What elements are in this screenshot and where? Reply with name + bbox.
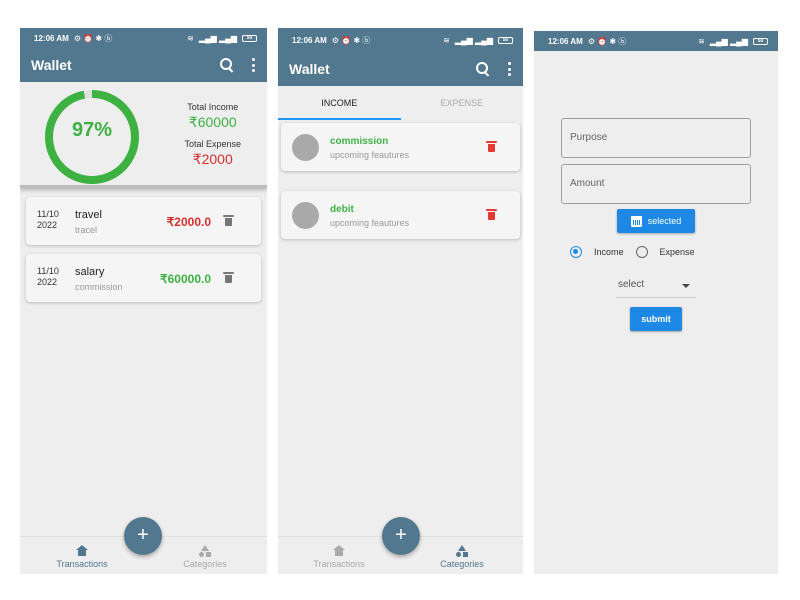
nav-categories-label: Categories — [183, 559, 227, 569]
search-icon[interactable] — [475, 61, 491, 77]
app-bar: Wallet — [20, 48, 267, 82]
transaction-amount: ₹2000.0 — [166, 215, 211, 229]
battery-icon: 50 — [242, 34, 257, 42]
submit-button[interactable]: submit — [630, 307, 682, 331]
date-button-label: selected — [647, 216, 682, 226]
transaction-card[interactable]: 11/10 2022 travel tracel ₹2000.0 — [26, 197, 261, 245]
nav-categories-label: Categories — [440, 559, 484, 569]
categories-icon — [455, 545, 469, 557]
delete-icon[interactable] — [223, 272, 234, 283]
purpose-field[interactable]: Purpose — [561, 118, 751, 158]
radio-expense[interactable] — [635, 246, 648, 258]
radio-income-label: Income — [594, 247, 624, 257]
nav-transactions[interactable]: Transactions — [299, 545, 379, 569]
more-options-icon[interactable] — [251, 58, 255, 72]
transaction-name: travel — [75, 209, 102, 221]
delete-icon[interactable] — [486, 209, 497, 220]
home-icon — [75, 545, 89, 557]
status-bar: 12:06 AM ⚙ ⏰ ✱ ⓑ ≋ ▂▄▆ ▂▄▆ 50 — [20, 28, 267, 48]
percent-label: 97% — [71, 119, 113, 141]
total-income-label: Total Income — [187, 102, 239, 112]
signal-icon: ▂▄▆ ▂▄▆ — [454, 35, 493, 45]
nav-categories[interactable]: Categories — [165, 545, 245, 569]
amount-field[interactable]: Amount — [561, 164, 751, 204]
transaction-card[interactable]: 11/10 2022 salary commission ₹60000.0 — [26, 254, 261, 302]
purpose-placeholder: Purpose — [570, 132, 608, 143]
app-title: Wallet — [289, 61, 330, 77]
app-title: Wallet — [31, 57, 72, 73]
category-name: commission — [330, 136, 389, 147]
status-time: 12:06 AM — [292, 35, 327, 45]
transaction-category: tracel — [75, 225, 98, 235]
category-avatar — [292, 134, 319, 161]
category-card[interactable]: debit upcoming feautures — [281, 191, 520, 239]
transaction-category: commission — [75, 282, 123, 292]
wifi-icon: ≋ — [443, 35, 450, 45]
tab-expense[interactable]: EXPENSE — [401, 86, 524, 120]
transaction-name: salary — [75, 266, 105, 278]
wifi-icon: ≋ — [187, 33, 194, 43]
category-select[interactable]: select — [616, 276, 696, 298]
transaction-date: 11/10 2022 — [37, 266, 59, 288]
search-icon[interactable] — [219, 57, 235, 73]
nav-transactions[interactable]: Transactions — [42, 545, 122, 569]
date-picker-button[interactable]: selected — [617, 209, 695, 233]
add-button[interactable]: + — [382, 517, 420, 555]
add-transaction-screen: 12:06 AM ⚙ ⏰ ✱ ⓑ ≋ ▂▄▆ ▂▄▆ 50 Purpose Am… — [534, 31, 778, 574]
date-year: 2022 — [37, 277, 58, 287]
nav-transactions-label: Transactions — [313, 559, 365, 569]
add-button[interactable]: + — [124, 517, 162, 555]
amount-placeholder: Amount — [570, 178, 605, 189]
status-time: 12:06 AM — [548, 36, 583, 46]
total-income-value: ₹60000 — [188, 114, 237, 130]
signal-icon: ▂▄▆ ▂▄▆ — [198, 33, 237, 43]
signal-icon: ▂▄▆ ▂▄▆ — [709, 36, 748, 46]
home-icon — [332, 545, 346, 557]
nav-transactions-label: Transactions — [56, 559, 108, 569]
dropdown-arrow-icon — [682, 284, 690, 288]
wifi-icon: ≋ — [698, 36, 705, 46]
more-options-icon[interactable] — [507, 62, 511, 76]
transaction-date: 11/10 2022 — [37, 209, 59, 231]
nav-categories[interactable]: Categories — [422, 545, 502, 569]
tab-income[interactable]: INCOME — [278, 86, 401, 120]
status-notification-icons: ⚙ ⏰ ✱ ⓑ — [73, 33, 113, 43]
transactions-screen: 12:06 AM ⚙ ⏰ ✱ ⓑ ≋ ▂▄▆ ▂▄▆ 50 Wallet 97%… — [20, 28, 267, 574]
category-tabs: INCOME EXPENSE — [278, 86, 523, 120]
total-expense-label: Total Expense — [184, 139, 241, 149]
status-bar: 12:06 AM ⚙ ⏰ ✱ ⓑ ≋ ▂▄▆ ▂▄▆ 50 — [534, 31, 778, 51]
date-day: 11/10 — [37, 209, 59, 219]
status-bar: 12:06 AM ⚙ ⏰ ✱ ⓑ ≋ ▂▄▆ ▂▄▆ 50 — [278, 28, 523, 52]
category-card[interactable]: commission upcoming feautures — [281, 123, 520, 171]
battery-icon: 50 — [498, 36, 513, 44]
status-notification-icons: ⚙ ⏰ ✱ ⓑ — [587, 36, 627, 46]
categories-screen: 12:06 AM ⚙ ⏰ ✱ ⓑ ≋ ▂▄▆ ▂▄▆ 50 Wallet INC… — [278, 28, 523, 574]
totals: Total Income ₹60000 Total Expense ₹2000 — [184, 102, 241, 176]
transaction-amount: ₹60000.0 — [159, 272, 211, 286]
status-time: 12:06 AM — [34, 33, 69, 43]
radio-income[interactable] — [570, 246, 582, 258]
radio-expense-label: Expense — [659, 247, 695, 257]
delete-icon[interactable] — [223, 215, 234, 226]
select-value: select — [618, 279, 645, 290]
type-radio-group: Income Expense — [570, 246, 707, 258]
date-year: 2022 — [37, 220, 58, 230]
category-avatar — [292, 202, 319, 229]
delete-icon[interactable] — [486, 141, 497, 152]
categories-icon — [198, 545, 212, 557]
calendar-icon — [630, 215, 642, 227]
app-bar: Wallet — [278, 52, 523, 86]
summary-panel: 97% Total Income ₹60000 Total Expense ₹2… — [20, 82, 267, 188]
total-expense-value: ₹2000 — [192, 151, 233, 167]
category-subtitle: upcoming feautures — [330, 218, 410, 228]
category-subtitle: upcoming feautures — [330, 150, 410, 160]
date-day: 11/10 — [37, 266, 59, 276]
status-notification-icons: ⚙ ⏰ ✱ ⓑ — [331, 35, 371, 45]
category-name: debit — [330, 204, 354, 215]
battery-icon: 50 — [753, 37, 768, 45]
